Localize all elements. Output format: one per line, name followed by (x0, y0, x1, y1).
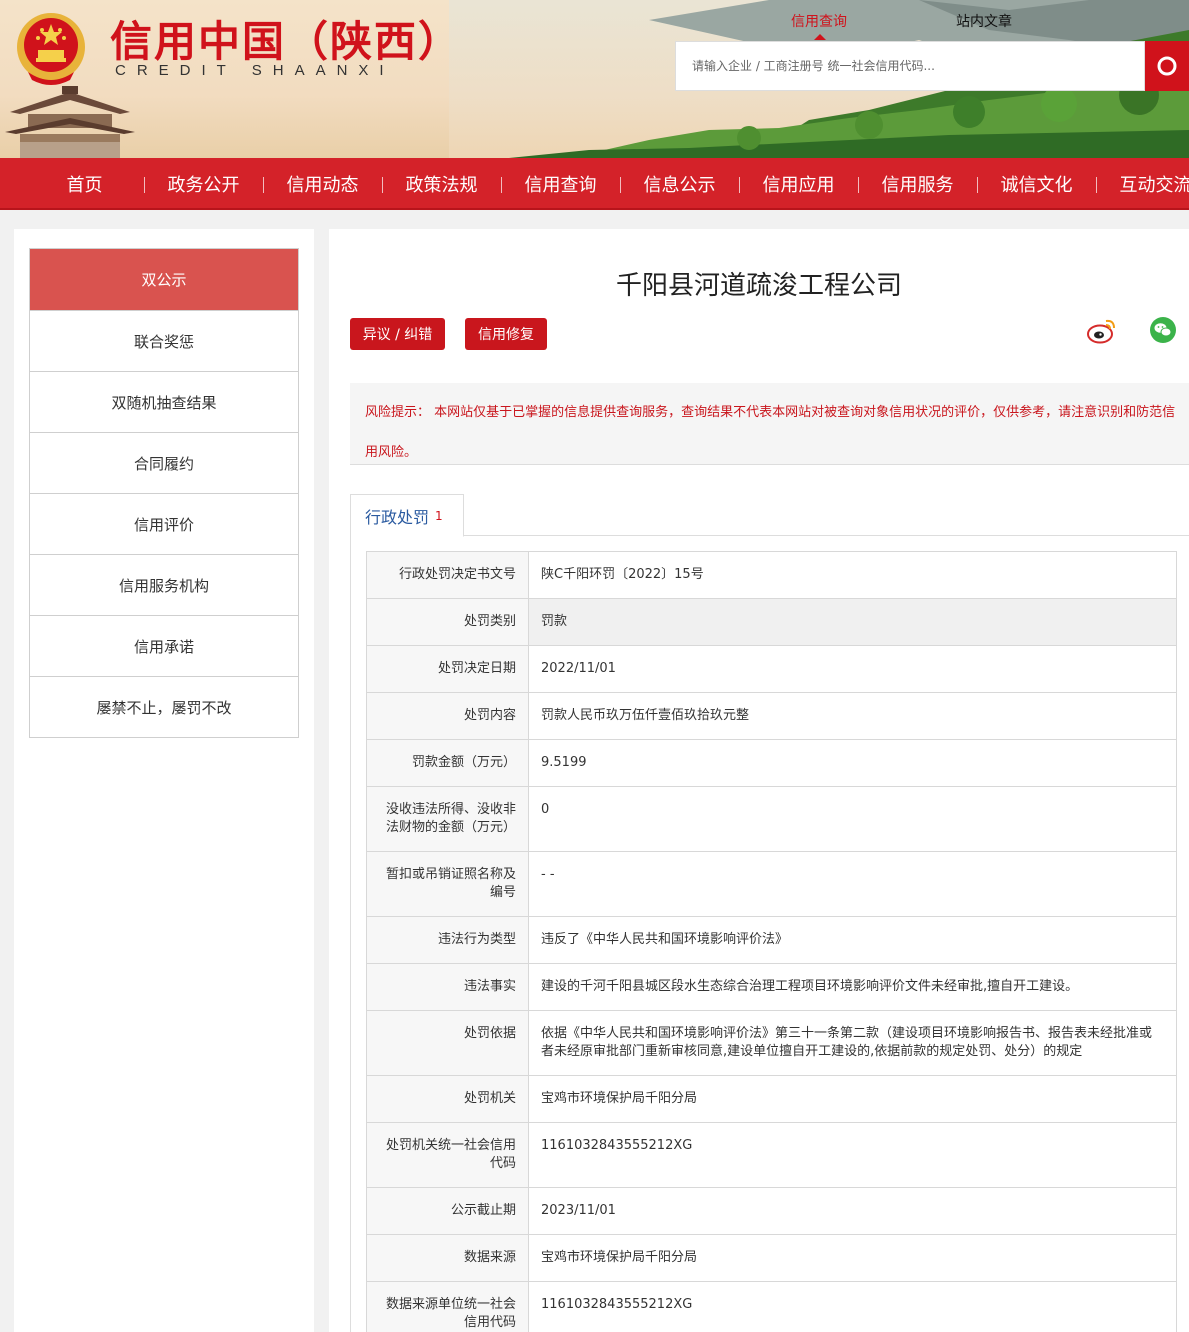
sidebar-item-credit-commitment[interactable]: 信用承诺 (30, 615, 298, 676)
field-label: 罚款金额（万元） (366, 739, 529, 787)
table-row: 罚款金额（万元） 9.5199 (366, 739, 1177, 787)
field-label: 处罚依据 (366, 1010, 529, 1076)
field-value: 1161032843555212XG (528, 1281, 1177, 1332)
company-name: 千阳县河道疏浚工程公司 (615, 271, 902, 301)
field-value: 9.5199 (528, 739, 1177, 787)
field-label: 公示截止期 (366, 1187, 529, 1235)
nav-item-credit-application[interactable]: 信用应用 (739, 171, 858, 197)
tab-credit-query[interactable]: 信用查询 (791, 11, 847, 31)
field-label: 数据来源 (366, 1234, 529, 1282)
nav-item-gov-affairs[interactable]: 政务公开 (144, 171, 263, 197)
nav-item-interaction[interactable]: 互动交流 (1096, 171, 1189, 197)
table-row: 处罚机关统一社会信用代码 1161032843555212XG (366, 1122, 1177, 1188)
field-label: 违法事实 (366, 963, 529, 1011)
search-button[interactable] (1145, 41, 1189, 91)
tab-label: 行政处罚 (365, 507, 430, 527)
nav-item-integrity-culture[interactable]: 诚信文化 (977, 171, 1096, 197)
sidebar-item-repeat-offenders[interactable]: 屡禁不止，屡罚不改 (30, 676, 298, 737)
search-box (675, 41, 1145, 91)
field-value: 宝鸡市环境保护局千阳分局 (528, 1234, 1177, 1282)
nav-item-policy[interactable]: 政策法规 (382, 171, 501, 197)
record-tabs: 行政处罚 1 (350, 494, 1189, 537)
site-header: 信用中国（陕西） CREDIT SHAANXI 信用查询 站内文章 (0, 0, 1189, 158)
table-row: 公示截止期 2023/11/01 (366, 1187, 1177, 1235)
table-row: 违法行为类型 违反了《中华人民共和国环境影响评价法》 (366, 916, 1177, 964)
ancient-tower-image (5, 86, 135, 158)
table-row: 处罚机关 宝鸡市环境保护局千阳分局 (366, 1075, 1177, 1123)
table-row: 处罚类别 罚款 (366, 598, 1177, 646)
tab-administrative-penalty[interactable]: 行政处罚 1 (350, 494, 464, 537)
risk-notice: 风险提示： 本网站仅基于已掌握的信息提供查询服务，查询结果不代表本网站对被查询对… (350, 383, 1189, 465)
site-subtitle: CREDIT SHAANXI (115, 62, 395, 79)
table-row: 没收违法所得、没收非法财物的金额（万元） 0 (366, 786, 1177, 852)
table-row: 处罚内容 罚款人民币玖万伍仟壹佰玖拾玖元整 (366, 692, 1177, 740)
table-row: 处罚决定日期 2022/11/01 (366, 645, 1177, 693)
wechat-icon[interactable] (1149, 316, 1177, 344)
field-value: - - (528, 851, 1177, 917)
sidebar-item-credit-service-agency[interactable]: 信用服务机构 (30, 554, 298, 615)
field-value: 依据《中华人民共和国环境影响评价法》第三十一条第二款（建设项目环境影响报告书、报… (528, 1010, 1177, 1076)
sidebar-item-double-publicity[interactable]: 双公示 (30, 249, 298, 310)
field-label: 处罚机关 (366, 1075, 529, 1123)
penalty-panel: 行政处罚决定书文号 陕C千阳环罚〔2022〕15号 处罚类别 罚款 处罚决定日期 20… (350, 536, 1189, 1332)
field-label: 暂扣或吊销证照名称及编号 (366, 851, 529, 917)
sidebar-item-credit-evaluation[interactable]: 信用评价 (30, 493, 298, 554)
objection-button[interactable]: 异议 / 纠错 (350, 318, 445, 350)
sidebar: 双公示 联合奖惩 双随机抽查结果 合同履约 信用评价 信用服务机构 信用承诺 屡… (14, 229, 314, 1332)
field-value: 宝鸡市环境保护局千阳分局 (528, 1075, 1177, 1123)
table-row: 违法事实 建设的千河千阳县城区段水生态综合治理工程项目环境影响评价文件未经审批,擅… (366, 963, 1177, 1011)
field-value: 2022/11/01 (528, 645, 1177, 693)
nav-item-info-publicity[interactable]: 信息公示 (620, 171, 739, 197)
search-input[interactable] (676, 42, 1144, 90)
search-icon (1157, 56, 1177, 76)
field-label: 数据来源单位统一社会信用代码 (366, 1281, 529, 1332)
nav-item-credit-news[interactable]: 信用动态 (263, 171, 382, 197)
nav-item-home[interactable]: 首页 (25, 171, 144, 197)
weibo-icon[interactable] (1086, 315, 1118, 345)
field-value: 罚款人民币玖万伍仟壹佰玖拾玖元整 (528, 692, 1177, 740)
field-value: 2023/11/01 (528, 1187, 1177, 1235)
tab-site-articles[interactable]: 站内文章 (956, 11, 1012, 31)
field-value: 违反了《中华人民共和国环境影响评价法》 (528, 916, 1177, 964)
penalty-detail-table: 行政处罚决定书文号 陕C千阳环罚〔2022〕15号 处罚类别 罚款 处罚决定日期 20… (366, 551, 1177, 1332)
main-nav: 首页 政务公开 信用动态 政策法规 信用查询 信息公示 信用应用 信用服务 诚信… (0, 158, 1189, 210)
field-label: 处罚内容 (366, 692, 529, 740)
site-title: 信用中国（陕西） (110, 17, 463, 66)
nav-item-credit-service[interactable]: 信用服务 (858, 171, 977, 197)
table-row: 数据来源 宝鸡市环境保护局千阳分局 (366, 1234, 1177, 1282)
field-label: 处罚决定日期 (366, 645, 529, 693)
sidebar-item-random-inspection[interactable]: 双随机抽查结果 (30, 371, 298, 432)
field-label: 没收违法所得、没收非法财物的金额（万元） (366, 786, 529, 852)
active-tab-caret (814, 34, 826, 40)
field-value: 罚款 (528, 598, 1177, 646)
field-value: 0 (528, 786, 1177, 852)
field-value: 陕C千阳环罚〔2022〕15号 (528, 551, 1177, 599)
field-label: 违法行为类型 (366, 916, 529, 964)
field-label: 处罚机关统一社会信用代码 (366, 1122, 529, 1188)
sidebar-item-contract-performance[interactable]: 合同履约 (30, 432, 298, 493)
table-row: 数据来源单位统一社会信用代码 1161032843555212XG (366, 1281, 1177, 1332)
table-row: 行政处罚决定书文号 陕C千阳环罚〔2022〕15号 (366, 551, 1177, 599)
field-label: 行政处罚决定书文号 (366, 551, 529, 599)
table-row: 处罚依据 依据《中华人民共和国环境影响评价法》第三十一条第二款（建设项目环境影响报… (366, 1010, 1177, 1076)
sidebar-item-joint-reward-punishment[interactable]: 联合奖惩 (30, 310, 298, 371)
main-content: 千阳县河道疏浚工程公司 异议 / 纠错 信用修复 风险提示： 本网站仅基于已掌握… (329, 229, 1189, 1332)
field-value: 建设的千河千阳县城区段水生态综合治理工程项目环境影响评价文件未经审批,擅自开工建… (528, 963, 1177, 1011)
table-row: 暂扣或吊销证照名称及编号 - - (366, 851, 1177, 917)
field-label: 处罚类别 (366, 598, 529, 646)
nav-item-credit-query[interactable]: 信用查询 (501, 171, 620, 197)
credit-repair-button[interactable]: 信用修复 (465, 318, 547, 350)
national-emblem-icon (17, 13, 85, 85)
field-value: 1161032843555212XG (528, 1122, 1177, 1188)
tab-count-badge: 1 (435, 508, 443, 523)
sidebar-menu: 双公示 联合奖惩 双随机抽查结果 合同履约 信用评价 信用服务机构 信用承诺 屡… (29, 248, 299, 738)
